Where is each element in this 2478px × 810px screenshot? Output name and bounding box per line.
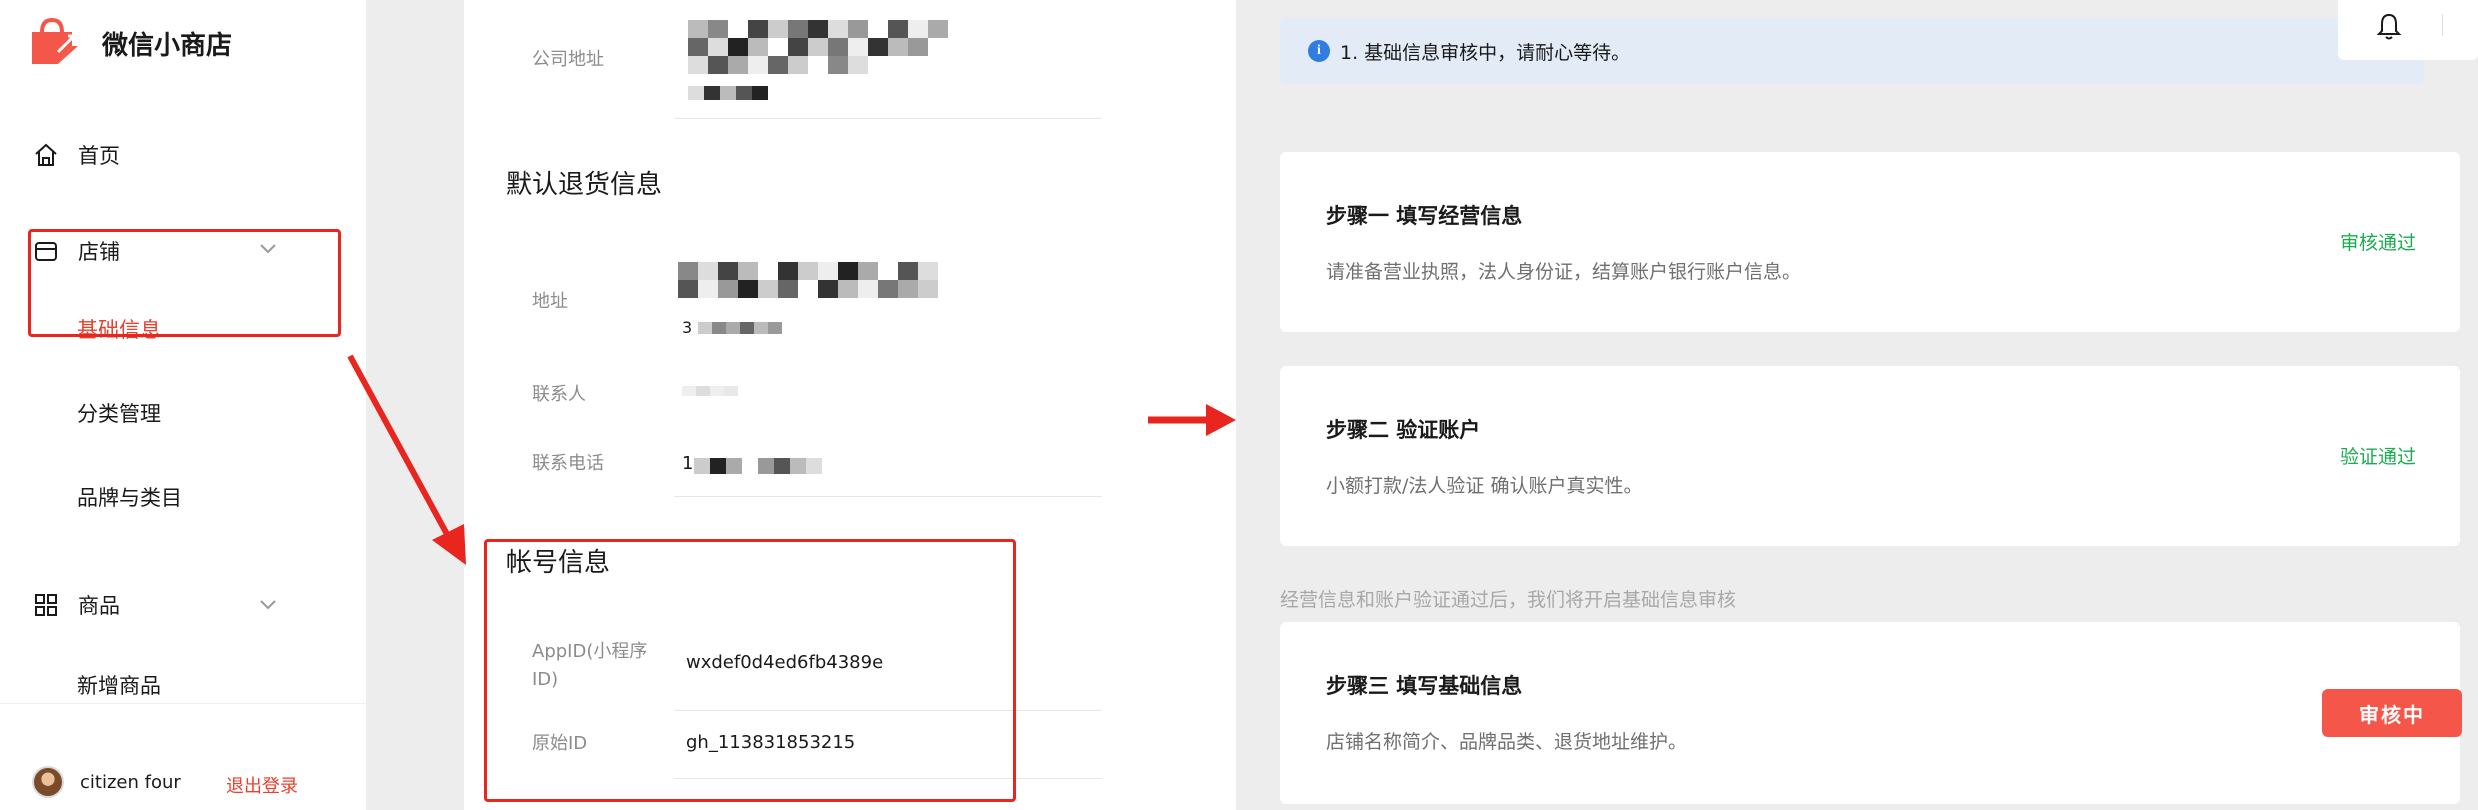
- phone-label: 联系电话: [532, 453, 604, 474]
- annotation-arrow-icon: [1148, 404, 1236, 436]
- avatar: [32, 766, 64, 798]
- step-status: 审核通过: [2339, 232, 2416, 254]
- step-card-1: 步骤一 填写经营信息 请准备营业执照，法人身份证，结算账户银行账户信息。 审核通…: [1280, 152, 2460, 332]
- sidebar-divider: [0, 703, 366, 704]
- nav-goods[interactable]: 商品: [32, 590, 120, 620]
- step-desc: 小额打款/法人验证 确认账户真实性。: [1326, 475, 1643, 497]
- info-icon: i: [1308, 40, 1330, 62]
- user-name: citizen four: [80, 771, 181, 793]
- redacted-contact: [682, 386, 738, 396]
- redacted-return-address-2: [698, 322, 782, 334]
- phone-prefix: 1: [682, 453, 694, 474]
- grid-icon: [32, 591, 60, 619]
- step-desc: 请准备营业执照，法人身份证，结算账户银行账户信息。: [1326, 261, 1802, 283]
- divider: [674, 118, 1102, 119]
- step-status: 验证通过: [2339, 446, 2416, 468]
- redacted-company-address: [688, 20, 948, 74]
- step-desc: 店铺名称简介、品牌品类、退货地址维护。: [1326, 731, 1688, 753]
- shop-bag-logo-icon: [28, 16, 82, 70]
- brand-name: 微信小商店: [102, 30, 233, 61]
- step-card-3: 步骤三 填写基础信息 店铺名称简介、品牌品类、退货地址维护。 审核中: [1280, 622, 2462, 804]
- home-icon: [32, 141, 60, 169]
- in-review-button[interactable]: 审核中: [2322, 689, 2462, 737]
- user-profile[interactable]: citizen four: [32, 766, 181, 798]
- brand[interactable]: 微信小商店: [28, 16, 232, 70]
- redacted-return-address: [678, 262, 938, 298]
- address-partial: 3: [682, 318, 693, 337]
- return-info-title: 默认退货信息: [506, 170, 663, 200]
- step-title: 步骤二 验证账户: [1326, 418, 1481, 442]
- step-title: 步骤一 填写经营信息: [1326, 204, 1523, 228]
- notification-bell[interactable]: [2338, 0, 2478, 60]
- review-notice-banner: i 1. 基础信息审核中，请耐心等待。: [1280, 18, 2424, 84]
- review-hint: 经营信息和账户验证通过后，我们将开启基础信息审核: [1280, 589, 1737, 611]
- divider: [674, 496, 1102, 497]
- sidebar-item-new-goods[interactable]: 新增商品: [77, 670, 161, 700]
- address-label: 地址: [532, 291, 568, 312]
- redacted-phone: [694, 458, 822, 474]
- sidebar-item-brand[interactable]: 品牌与类目: [77, 482, 182, 512]
- highlight-box-account: [484, 539, 1016, 802]
- nav-goods-label: 商品: [78, 594, 120, 618]
- step-title: 步骤三 填写基础信息: [1326, 674, 1523, 698]
- annotation-arrow-icon: [347, 354, 466, 565]
- review-notice-text: 1. 基础信息审核中，请耐心等待。: [1340, 41, 1631, 64]
- highlight-box-store: [28, 229, 341, 337]
- screenshot-root: 微信小商店 首页 店铺 基础信息 分类管理 品牌与类目 商品 新增商品 citi…: [0, 0, 2478, 810]
- nav-home-label: 首页: [78, 144, 120, 168]
- toolbar-divider: [2442, 14, 2443, 36]
- nav-home[interactable]: 首页: [32, 140, 120, 170]
- redacted-company-address-2: [688, 86, 768, 100]
- company-address-label: 公司地址: [532, 49, 604, 70]
- contact-label: 联系人: [532, 384, 586, 405]
- review-steps-panel: i 1. 基础信息审核中，请耐心等待。 步骤一 填写经营信息 请准备营业执照，法…: [1236, 0, 2478, 810]
- chevron-down-icon[interactable]: [258, 594, 278, 614]
- bell-icon: [2376, 13, 2402, 40]
- sidebar-item-category[interactable]: 分类管理: [77, 398, 161, 428]
- step-card-2: 步骤二 验证账户 小额打款/法人验证 确认账户真实性。 验证通过: [1280, 366, 2460, 546]
- sidebar: 微信小商店 首页 店铺 基础信息 分类管理 品牌与类目 商品 新增商品 citi…: [0, 0, 366, 810]
- logout-link[interactable]: 退出登录: [226, 772, 298, 798]
